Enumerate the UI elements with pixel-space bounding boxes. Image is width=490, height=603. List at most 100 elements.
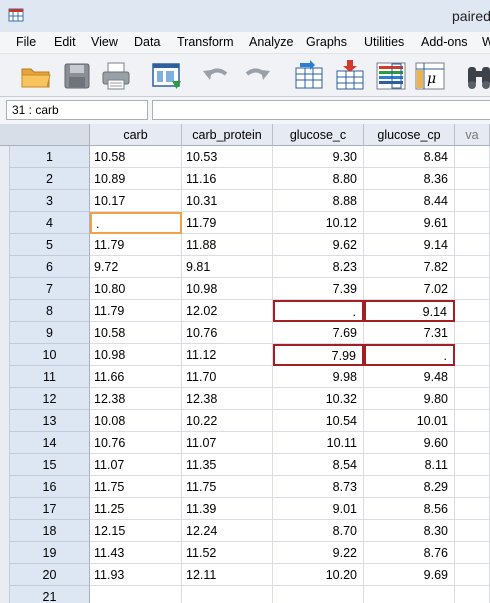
cell-glucose-c[interactable]: . — [273, 300, 364, 322]
cell-carb[interactable]: 10.98 — [90, 344, 182, 366]
value-labels-icon[interactable]: μ — [413, 59, 447, 93]
cell-glucose-c[interactable]: 9.01 — [273, 498, 364, 520]
cell-empty[interactable] — [455, 256, 490, 278]
cell-carb-protein[interactable]: 10.22 — [182, 410, 273, 432]
cell-glucose-cp[interactable]: 9.14 — [364, 234, 455, 256]
row-header[interactable]: 10 — [10, 344, 90, 366]
cell-glucose-cp[interactable]: 8.84 — [364, 146, 455, 168]
row-header[interactable]: 15 — [10, 454, 90, 476]
spss-app-icon[interactable] — [8, 7, 24, 23]
goto-variable-icon[interactable] — [333, 59, 367, 93]
cell-carb-protein[interactable]: 11.35 — [182, 454, 273, 476]
cell-carb-protein[interactable]: 11.79 — [182, 212, 273, 234]
menu-analyze[interactable]: Analyze — [249, 35, 293, 49]
cell-carb[interactable]: . — [90, 212, 182, 234]
row-header[interactable]: 11 — [10, 366, 90, 388]
cell-carb-protein[interactable]: 11.75 — [182, 476, 273, 498]
cell-empty[interactable] — [455, 388, 490, 410]
cell-glucose-c[interactable]: 10.20 — [273, 564, 364, 586]
row-header[interactable]: 4 — [10, 212, 90, 234]
cell-glucose-c[interactable]: 10.11 — [273, 432, 364, 454]
row-header[interactable]: 9 — [10, 322, 90, 344]
cell-carb-protein[interactable]: 9.81 — [182, 256, 273, 278]
grid-corner[interactable] — [0, 124, 90, 146]
cell-glucose-c[interactable]: 9.98 — [273, 366, 364, 388]
cell-empty[interactable] — [455, 476, 490, 498]
cell-glucose-c[interactable]: 8.54 — [273, 454, 364, 476]
cell-carb-protein[interactable]: 10.76 — [182, 322, 273, 344]
row-header[interactable]: 18 — [10, 520, 90, 542]
cell-reference[interactable]: 31 : carb — [6, 100, 148, 120]
cell-carb-protein[interactable]: 11.52 — [182, 542, 273, 564]
cell-empty[interactable] — [455, 322, 490, 344]
cell-carb[interactable]: 10.58 — [90, 146, 182, 168]
column-header-var[interactable]: va — [455, 124, 490, 146]
cell-glucose-c[interactable]: 8.80 — [273, 168, 364, 190]
menu-utilities[interactable]: Utilities — [364, 35, 404, 49]
cell-content-editor[interactable] — [152, 100, 490, 120]
binoculars-icon[interactable] — [462, 59, 490, 93]
cell-empty[interactable] — [455, 542, 490, 564]
cell-carb[interactable]: 12.15 — [90, 520, 182, 542]
open-folder-icon[interactable] — [19, 59, 53, 93]
row-header[interactable]: 13 — [10, 410, 90, 432]
cell-glucose-c[interactable]: 8.73 — [273, 476, 364, 498]
cell-glucose-cp[interactable]: . — [364, 344, 455, 366]
cell-empty[interactable] — [455, 190, 490, 212]
row-header[interactable]: 14 — [10, 432, 90, 454]
cell-carb[interactable]: 10.08 — [90, 410, 182, 432]
cell-empty[interactable] — [455, 146, 490, 168]
cell-glucose-c[interactable]: 7.99 — [273, 344, 364, 366]
dialog-recall-icon[interactable] — [150, 59, 184, 93]
cell-carb-protein[interactable]: 11.70 — [182, 366, 273, 388]
cell-glucose-cp[interactable]: 7.02 — [364, 278, 455, 300]
cell-glucose-c[interactable] — [273, 586, 364, 603]
cell-empty[interactable] — [455, 366, 490, 388]
cell-empty[interactable] — [455, 454, 490, 476]
cell-carb[interactable]: 9.72 — [90, 256, 182, 278]
cell-empty[interactable] — [455, 586, 490, 603]
cell-carb[interactable]: 11.79 — [90, 234, 182, 256]
cell-carb-protein[interactable] — [182, 586, 273, 603]
cell-glucose-cp[interactable]: 7.31 — [364, 322, 455, 344]
row-header[interactable]: 8 — [10, 300, 90, 322]
column-header-glucose-cp[interactable]: glucose_cp — [364, 124, 455, 146]
cell-glucose-cp[interactable]: 8.56 — [364, 498, 455, 520]
menu-file[interactable]: File — [16, 35, 36, 49]
row-header[interactable]: 3 — [10, 190, 90, 212]
row-header[interactable]: 1 — [10, 146, 90, 168]
row-header[interactable]: 6 — [10, 256, 90, 278]
cell-glucose-cp[interactable]: 7.82 — [364, 256, 455, 278]
row-header[interactable]: 12 — [10, 388, 90, 410]
cell-glucose-c[interactable]: 7.69 — [273, 322, 364, 344]
cell-empty[interactable] — [455, 520, 490, 542]
cell-carb-protein[interactable]: 11.12 — [182, 344, 273, 366]
cell-carb-protein[interactable]: 11.16 — [182, 168, 273, 190]
column-header-carb-protein[interactable]: carb_protein — [182, 124, 273, 146]
cell-empty[interactable] — [455, 278, 490, 300]
cell-carb-protein[interactable]: 12.02 — [182, 300, 273, 322]
row-header[interactable]: 20 — [10, 564, 90, 586]
cell-carb[interactable]: 10.89 — [90, 168, 182, 190]
cell-glucose-cp[interactable] — [364, 586, 455, 603]
cell-carb[interactable]: 10.58 — [90, 322, 182, 344]
menu-transform[interactable]: Transform — [177, 35, 234, 49]
cell-carb[interactable]: 11.43 — [90, 542, 182, 564]
cell-glucose-c[interactable]: 7.39 — [273, 278, 364, 300]
cell-glucose-c[interactable]: 8.70 — [273, 520, 364, 542]
cell-carb[interactable]: 11.25 — [90, 498, 182, 520]
cell-carb-protein[interactable]: 12.38 — [182, 388, 273, 410]
cell-glucose-cp[interactable]: 9.14 — [364, 300, 455, 322]
save-icon[interactable] — [60, 59, 94, 93]
cell-empty[interactable] — [455, 410, 490, 432]
cell-empty[interactable] — [455, 564, 490, 586]
cell-glucose-cp[interactable]: 8.36 — [364, 168, 455, 190]
cell-empty[interactable] — [455, 344, 490, 366]
row-header[interactable]: 17 — [10, 498, 90, 520]
cell-glucose-cp[interactable]: 8.76 — [364, 542, 455, 564]
cell-carb[interactable]: 10.80 — [90, 278, 182, 300]
cell-glucose-c[interactable]: 8.88 — [273, 190, 364, 212]
cell-carb[interactable]: 11.66 — [90, 366, 182, 388]
cell-carb-protein[interactable]: 12.11 — [182, 564, 273, 586]
cell-glucose-cp[interactable]: 9.60 — [364, 432, 455, 454]
